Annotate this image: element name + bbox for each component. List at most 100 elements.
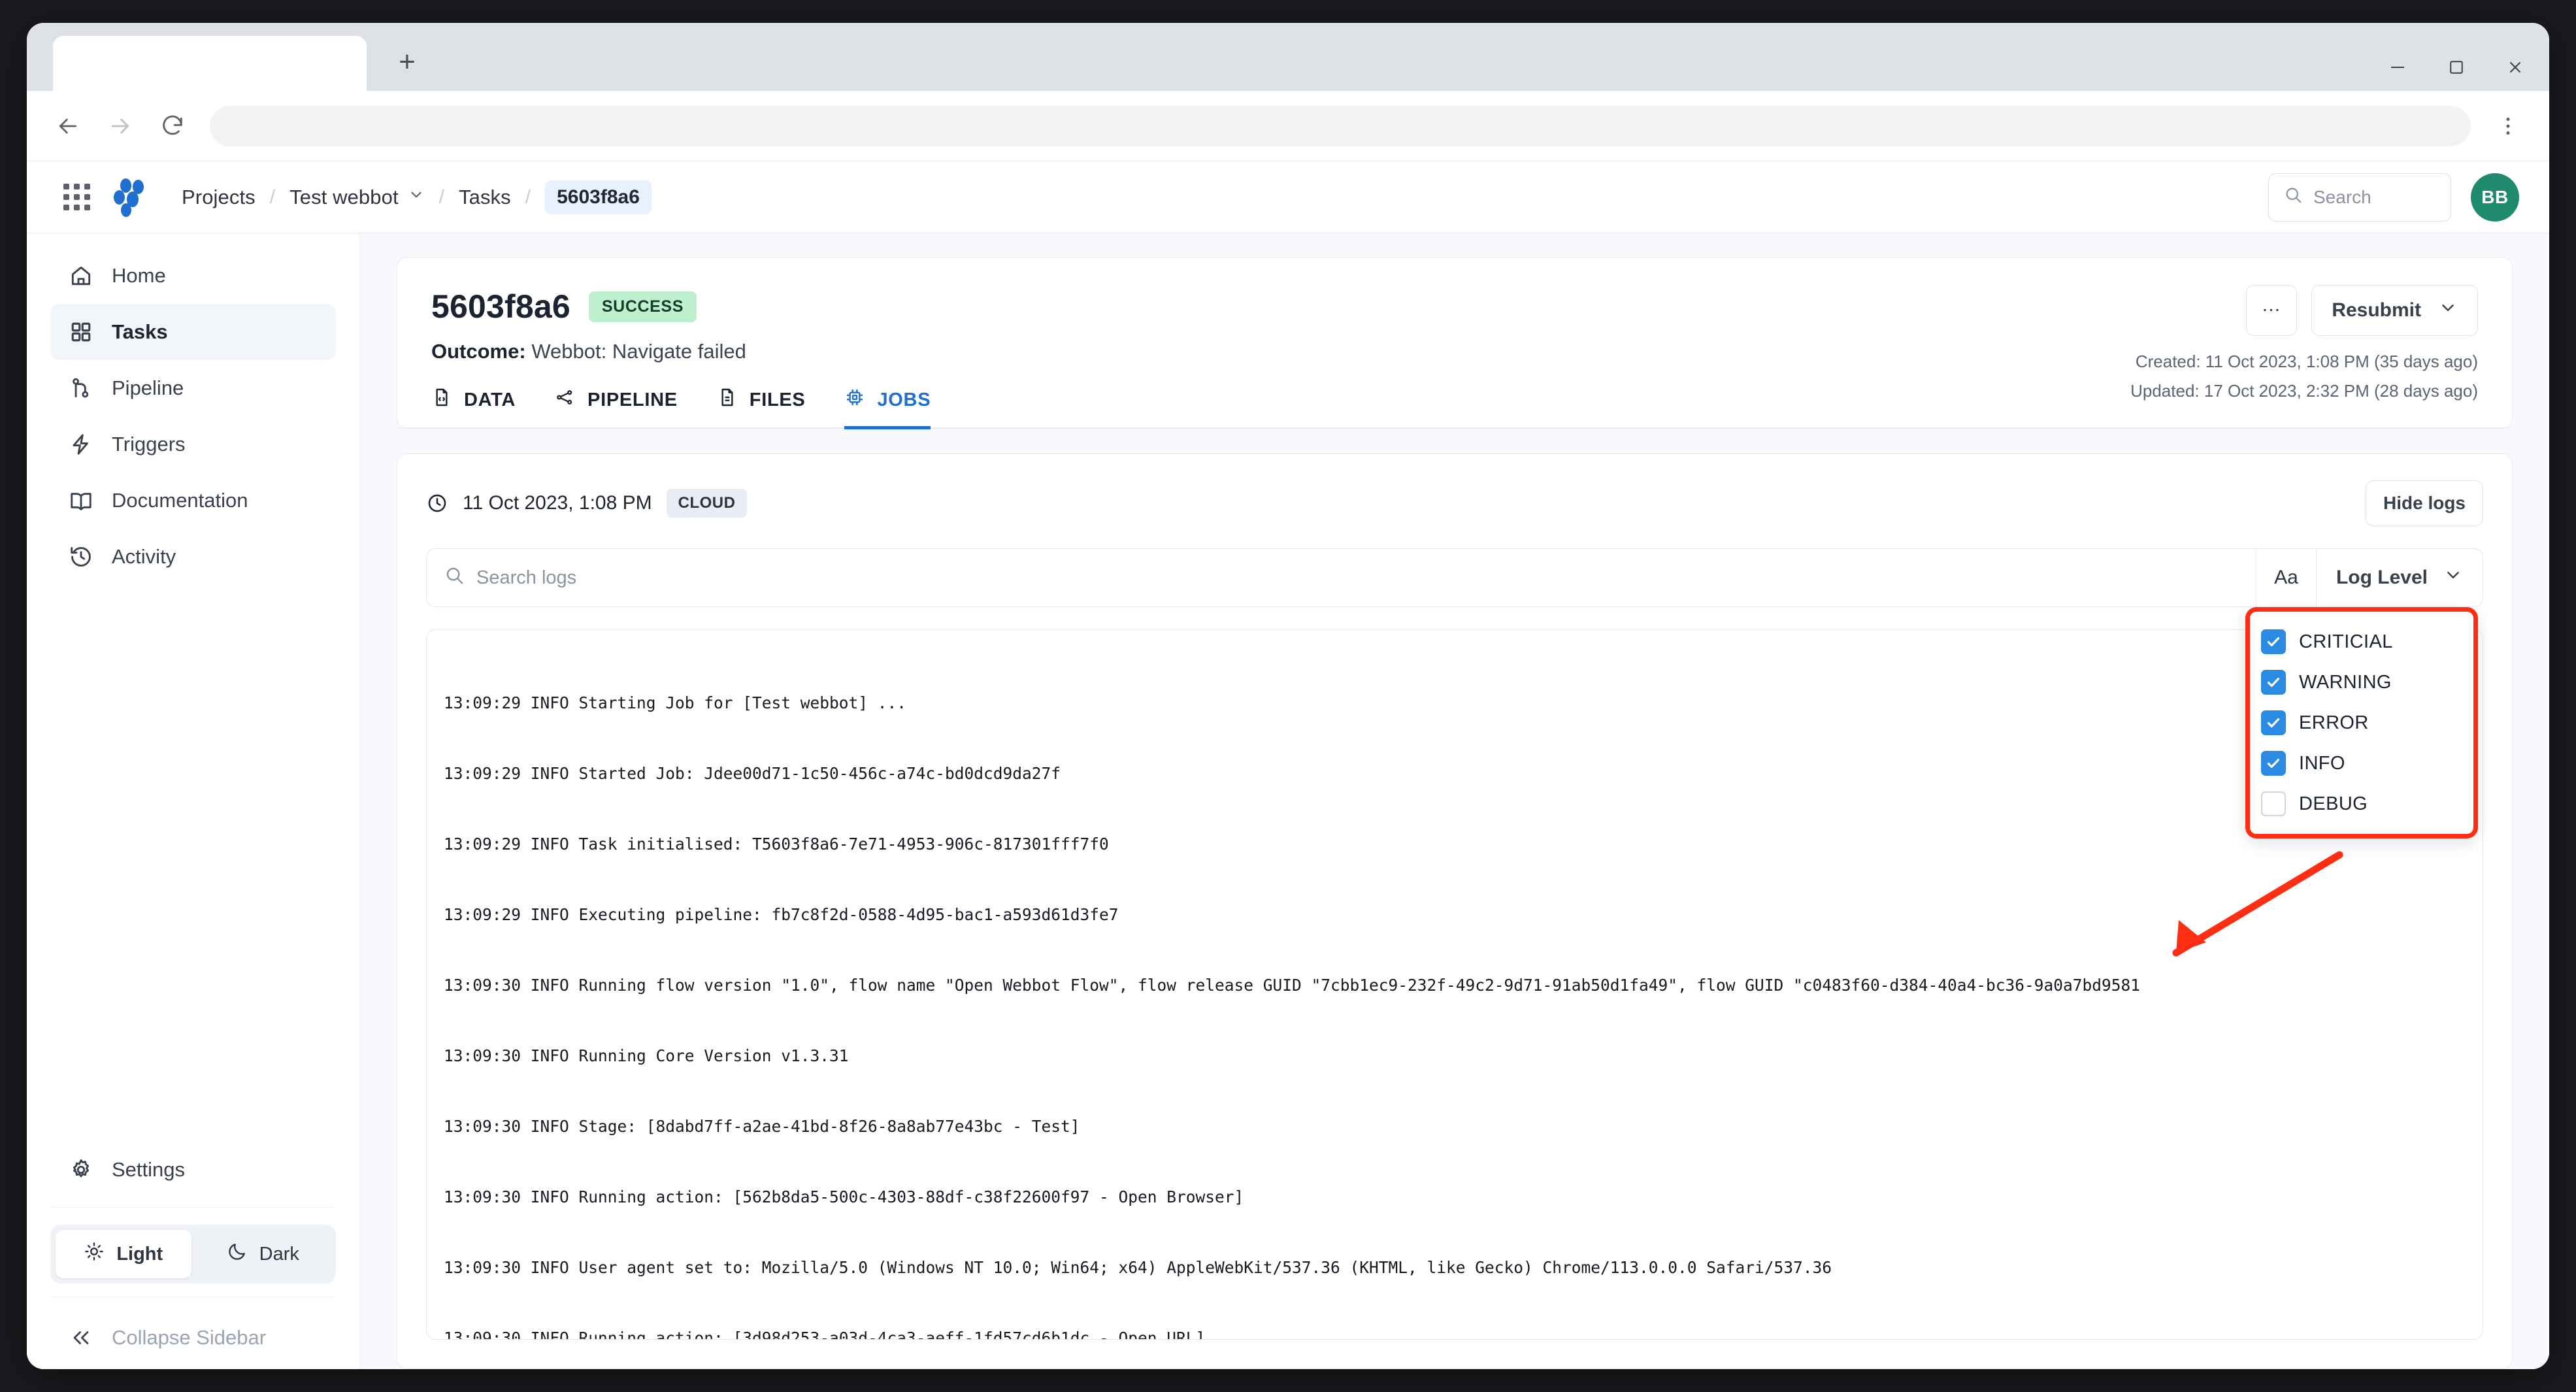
log-level-option-error[interactable]: ERROR — [2261, 703, 2462, 743]
sidebar-item-activity[interactable]: Activity — [50, 529, 336, 585]
sidebar-item-tasks[interactable]: Tasks — [50, 304, 336, 360]
checkbox-checked-icon[interactable] — [2261, 751, 2286, 776]
sidebar-item-label: Home — [112, 264, 166, 288]
log-level-option-label: INFO — [2299, 753, 2345, 774]
jobs-panel: 11 Oct 2023, 1:08 PM CLOUD Hide logs Sea… — [397, 454, 2513, 1369]
page-title: 5603f8a6 — [431, 288, 570, 325]
file-lines-icon — [717, 387, 738, 413]
collapse-sidebar-button[interactable]: Collapse Sidebar — [50, 1306, 336, 1369]
task-action-buttons: … Resubmit — [2130, 285, 2478, 336]
tab-data[interactable]: DATA — [431, 387, 516, 429]
status-badge: SUCCESS — [589, 291, 697, 322]
double-chevron-left-icon — [67, 1324, 95, 1351]
task-card: 5603f8a6 SUCCESS Outcome: Webbot: Naviga… — [397, 257, 2513, 429]
browser-window: + — [27, 23, 2549, 1369]
apps-grid-icon[interactable] — [63, 184, 90, 210]
file-code-icon — [431, 387, 452, 413]
sidebar-spacer — [50, 585, 336, 1142]
breadcrumb-separator: / — [525, 186, 531, 208]
window-controls — [2386, 56, 2527, 79]
browser-menu-icon[interactable] — [2493, 111, 2523, 141]
sidebar-item-home[interactable]: Home — [50, 248, 336, 304]
log-level-option-label: WARNING — [2299, 672, 2392, 693]
sidebar-item-label: Tasks — [112, 320, 168, 344]
theme-option-light[interactable]: Light — [56, 1230, 191, 1278]
app-header-right: Search BB — [2268, 173, 2519, 222]
breadcrumb-tasks[interactable]: Tasks — [459, 186, 511, 209]
checkbox-checked-icon[interactable] — [2261, 629, 2286, 654]
chip-icon — [844, 387, 865, 413]
browser-tabstrip: + — [27, 23, 2549, 91]
history-clock-icon — [67, 543, 95, 571]
close-icon[interactable] — [2503, 56, 2527, 79]
job-timestamp: 11 Oct 2023, 1:08 PM — [463, 492, 652, 514]
breadcrumb-projects[interactable]: Projects — [182, 186, 256, 209]
sidebar-item-settings[interactable]: Settings — [50, 1142, 336, 1198]
log-level-option-debug[interactable]: DEBUG — [2261, 784, 2462, 824]
checkbox-unchecked-icon[interactable] — [2261, 791, 2286, 816]
log-level-dropdown-button[interactable]: Log Level — [2316, 549, 2483, 606]
chevron-down-icon[interactable] — [408, 186, 425, 208]
sidebar-item-triggers[interactable]: Triggers — [50, 416, 336, 472]
maximize-icon[interactable] — [2445, 56, 2468, 79]
log-line: 13:09:30 INFO User agent set to: Mozilla… — [444, 1256, 2466, 1280]
gear-icon — [67, 1156, 95, 1184]
tab-pipeline[interactable]: PIPELINE — [555, 387, 678, 429]
browser-tab[interactable] — [53, 36, 367, 91]
log-output[interactable]: 13:09:29 INFO Starting Job for [Test web… — [426, 629, 2483, 1340]
back-arrow-icon[interactable] — [53, 111, 83, 141]
collapse-sidebar-label: Collapse Sidebar — [112, 1326, 266, 1350]
log-line: 13:09:29 INFO Started Job: Jdee00d71-1c5… — [444, 762, 2466, 786]
checkbox-checked-icon[interactable] — [2261, 670, 2286, 695]
match-case-button[interactable]: Aa — [2256, 549, 2316, 606]
log-level-label: Log Level — [2336, 567, 2428, 589]
task-actions: … Resubmit Created: 11 Oct 2023, 1:08 PM… — [2130, 285, 2478, 401]
log-level-option-critical[interactable]: CRITICIAL — [2261, 621, 2462, 662]
search-icon — [2283, 185, 2303, 209]
search-placeholder: Search — [2313, 187, 2371, 208]
application: Projects / Test webbot / Tasks / 5603f8a… — [27, 161, 2549, 1369]
log-level-dropdown-menu[interactable]: CRITICIAL WARNING — [2247, 609, 2476, 837]
log-level-option-warning[interactable]: WARNING — [2261, 662, 2462, 703]
checkbox-checked-icon[interactable] — [2261, 710, 2286, 735]
breadcrumb-separator: / — [439, 186, 444, 208]
brand-logo-icon — [110, 177, 150, 218]
sidebar-item-documentation[interactable]: Documentation — [50, 472, 336, 529]
address-bar[interactable] — [210, 106, 2471, 146]
browser-toolbar — [27, 91, 2549, 161]
task-outcome-value: Webbot: Navigate failed — [531, 340, 746, 363]
more-options-button[interactable]: … — [2246, 285, 2297, 336]
theme-toggle: Light Dark — [50, 1225, 336, 1284]
breadcrumb-current-task: 5603f8a6 — [545, 180, 652, 214]
breadcrumb-project[interactable]: Test webbot — [289, 186, 399, 209]
minimize-icon[interactable] — [2386, 56, 2409, 79]
chevron-down-icon — [2443, 565, 2463, 590]
reload-icon[interactable] — [157, 111, 188, 141]
tab-label: DATA — [464, 389, 516, 411]
tab-files[interactable]: FILES — [717, 387, 806, 429]
new-tab-button[interactable]: + — [382, 37, 432, 87]
sidebar-item-pipeline[interactable]: Pipeline — [50, 360, 336, 416]
log-level-option-info[interactable]: INFO — [2261, 743, 2462, 784]
search-logs-placeholder: Search logs — [476, 567, 576, 589]
theme-option-dark[interactable]: Dark — [195, 1230, 331, 1278]
theme-option-label: Dark — [259, 1244, 299, 1265]
resubmit-button[interactable]: Resubmit — [2311, 285, 2478, 336]
resubmit-button-label: Resubmit — [2332, 299, 2421, 322]
log-level-option-label: ERROR — [2299, 712, 2369, 734]
search-logs-input[interactable]: Search logs — [427, 549, 2256, 606]
forward-arrow-icon[interactable] — [105, 111, 135, 141]
avatar[interactable]: BB — [2471, 173, 2519, 222]
environment-badge: CLOUD — [667, 489, 748, 518]
hide-logs-button[interactable]: Hide logs — [2366, 480, 2483, 526]
theme-option-label: Light — [116, 1244, 163, 1265]
log-filter-bar: Search logs Aa Log Level — [426, 548, 2483, 607]
log-line: 13:09:30 INFO Stage: [8dabd7ff-a2ae-41bd… — [444, 1115, 2466, 1138]
app-header: Projects / Test webbot / Tasks / 5603f8a… — [27, 161, 2549, 233]
search-input[interactable]: Search — [2268, 173, 2451, 222]
tab-jobs[interactable]: JOBS — [844, 387, 931, 429]
log-line: 13:09:29 INFO Starting Job for [Test web… — [444, 691, 2466, 715]
sun-icon — [84, 1241, 105, 1267]
search-icon — [444, 565, 465, 591]
tab-label: PIPELINE — [587, 389, 678, 411]
